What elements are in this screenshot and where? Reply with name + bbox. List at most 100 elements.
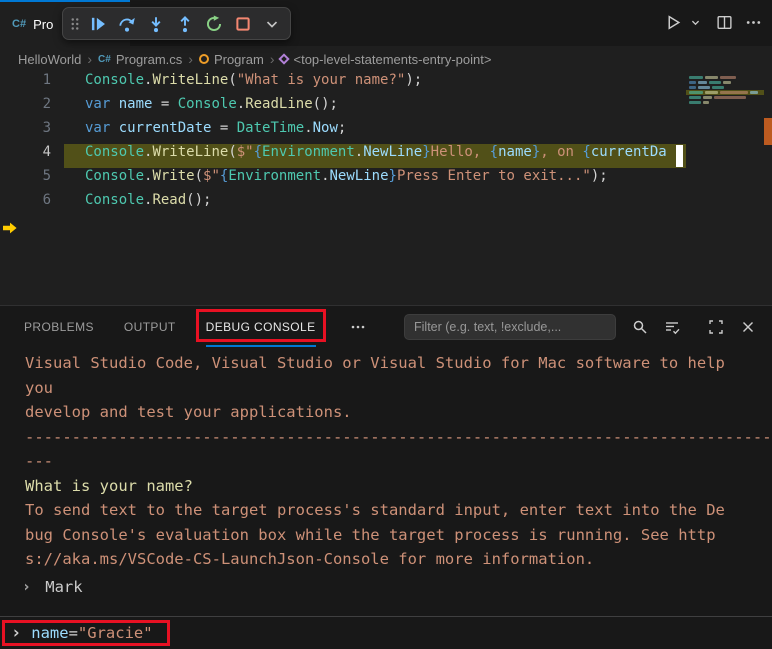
minimap-line bbox=[689, 96, 764, 99]
minimap-mark bbox=[689, 76, 703, 79]
editor-tab-label: Pro bbox=[33, 17, 53, 32]
editor-gutter: 1 2 3 4 5 6 bbox=[0, 72, 64, 305]
filter-options-icon[interactable] bbox=[660, 315, 684, 339]
breadcrumb-separator: › bbox=[87, 51, 92, 67]
tab-problems[interactable]: PROBLEMS bbox=[24, 306, 94, 347]
debug-step-over-button[interactable] bbox=[113, 10, 140, 37]
run-or-debug-button[interactable] bbox=[662, 10, 706, 34]
code-editor: 1 2 3 4 5 6 Console.WriteLine("What is y… bbox=[0, 72, 772, 305]
symbol-class-icon bbox=[199, 54, 209, 64]
chevron-down-icon bbox=[684, 10, 706, 34]
symbol-method-icon bbox=[279, 53, 290, 64]
minimap-mark bbox=[714, 96, 746, 99]
csharp-file-icon: C# bbox=[98, 54, 111, 65]
more-panel-views-button[interactable] bbox=[346, 315, 370, 339]
search-icon[interactable] bbox=[628, 315, 652, 339]
code-line-current[interactable]: Console.WriteLine($"{Environment.NewLine… bbox=[64, 144, 686, 168]
minimap-mark bbox=[703, 101, 709, 104]
split-editor-button[interactable] bbox=[713, 10, 735, 34]
minimap-mark bbox=[720, 76, 736, 79]
chevron-right-icon: › bbox=[11, 623, 21, 643]
debug-console-output: Visual Studio Code, Visual Studio or Vis… bbox=[0, 347, 772, 616]
minimap-mark bbox=[698, 86, 710, 89]
console-output-line: --- bbox=[25, 452, 772, 477]
console-output-line: you bbox=[25, 379, 772, 404]
code-line[interactable]: Console.Write($"{Environment.NewLine}Pre… bbox=[64, 168, 686, 192]
panel-actions bbox=[628, 315, 760, 339]
breadcrumb-label: <top-level-statements-entry-point> bbox=[293, 52, 491, 67]
minimap-mark bbox=[689, 91, 703, 94]
debug-session-dropdown[interactable] bbox=[258, 10, 285, 37]
debug-step-out-button[interactable] bbox=[171, 10, 198, 37]
csharp-file-icon: C# bbox=[12, 18, 26, 30]
tab-label: PROBLEMS bbox=[24, 320, 94, 334]
minimap-mark bbox=[723, 81, 731, 84]
toolbar-drag-handle[interactable] bbox=[68, 10, 82, 37]
line-number[interactable]: 5 bbox=[0, 168, 64, 192]
title-bar: C# Pro bbox=[0, 0, 772, 46]
minimap-mark bbox=[698, 81, 707, 84]
overview-ruler[interactable] bbox=[764, 72, 772, 305]
minimap-mark bbox=[712, 86, 724, 89]
debug-stop-button[interactable] bbox=[229, 10, 256, 37]
tab-debug-console[interactable]: DEBUG CONSOLE bbox=[206, 306, 316, 347]
minimap-mark bbox=[750, 91, 758, 94]
breadcrumb: HelloWorld › C# Program.cs › Program › <… bbox=[0, 46, 772, 72]
breadcrumb-item-helloworld[interactable]: HelloWorld bbox=[18, 52, 81, 67]
minimap-mark bbox=[705, 91, 718, 94]
console-echo-text: Mark bbox=[45, 578, 82, 596]
overview-ruler-current-line-marker bbox=[764, 118, 772, 145]
breadcrumb-item-program-cs[interactable]: C# Program.cs bbox=[98, 52, 182, 67]
minimap[interactable] bbox=[686, 72, 764, 305]
minimap-line bbox=[689, 101, 764, 104]
tab-label: OUTPUT bbox=[124, 320, 176, 334]
minimap-line bbox=[689, 86, 764, 89]
text-cursor bbox=[676, 145, 683, 167]
minimap-mark bbox=[689, 96, 701, 99]
minimap-mark bbox=[689, 101, 701, 104]
editor-text-area: Console.WriteLine("What is your name?");… bbox=[64, 72, 686, 305]
minimap-line bbox=[689, 91, 764, 94]
minimap-mark bbox=[689, 86, 696, 89]
line-number[interactable]: 6 bbox=[0, 192, 64, 216]
maximize-panel-icon[interactable] bbox=[704, 315, 728, 339]
debug-current-line-arrow-icon bbox=[2, 216, 20, 240]
debug-restart-button[interactable] bbox=[200, 10, 227, 37]
code-line[interactable]: Console.Read(); bbox=[64, 192, 686, 216]
minimap-mark bbox=[709, 81, 721, 84]
console-output-line: develop and test your applications. bbox=[25, 403, 772, 428]
tab-output[interactable]: OUTPUT bbox=[124, 306, 176, 347]
code-line[interactable]: var currentDate = DateTime.Now; bbox=[64, 120, 686, 144]
console-output-line: ----------------------------------------… bbox=[25, 428, 772, 453]
breadcrumb-label: HelloWorld bbox=[18, 52, 81, 67]
minimap-line bbox=[689, 76, 764, 79]
panel-header: PROBLEMS OUTPUT DEBUG CONSOLE bbox=[0, 306, 772, 347]
run-icon bbox=[662, 10, 684, 34]
line-number[interactable]: 2 bbox=[0, 96, 64, 120]
line-number[interactable]: 4 bbox=[0, 144, 64, 168]
console-output-line: To send text to the target process's sta… bbox=[25, 501, 772, 526]
more-actions-button[interactable] bbox=[742, 10, 764, 34]
debug-continue-button[interactable] bbox=[84, 10, 111, 37]
close-panel-icon[interactable] bbox=[736, 315, 760, 339]
breadcrumb-separator: › bbox=[188, 51, 193, 67]
console-output-line: Visual Studio Code, Visual Studio or Vis… bbox=[25, 354, 772, 379]
breadcrumb-item-entry-point[interactable]: <top-level-statements-entry-point> bbox=[280, 52, 491, 67]
console-filter-input[interactable] bbox=[404, 314, 616, 340]
code-line[interactable]: var name = Console.ReadLine(); bbox=[64, 96, 686, 120]
line-number[interactable]: 1 bbox=[0, 72, 64, 96]
console-output-line: bug Console's evaluation box while the t… bbox=[25, 526, 772, 551]
minimap-line bbox=[689, 81, 764, 84]
breadcrumb-label: Program.cs bbox=[116, 52, 182, 67]
breadcrumb-label: Program bbox=[214, 52, 264, 67]
breadcrumb-item-program[interactable]: Program bbox=[199, 52, 264, 67]
line-number[interactable]: 3 bbox=[0, 120, 64, 144]
editor-actions bbox=[662, 10, 764, 34]
debug-step-into-button[interactable] bbox=[142, 10, 169, 37]
debug-toolbar bbox=[62, 7, 291, 40]
code-line[interactable]: Console.WriteLine("What is your name?"); bbox=[64, 72, 686, 96]
chevron-right-icon: › bbox=[25, 577, 31, 597]
debug-console-input[interactable]: name="Gracie" bbox=[31, 624, 152, 642]
debug-console-input-row: › name="Gracie" bbox=[0, 616, 772, 649]
tab-label: DEBUG CONSOLE bbox=[206, 320, 316, 334]
